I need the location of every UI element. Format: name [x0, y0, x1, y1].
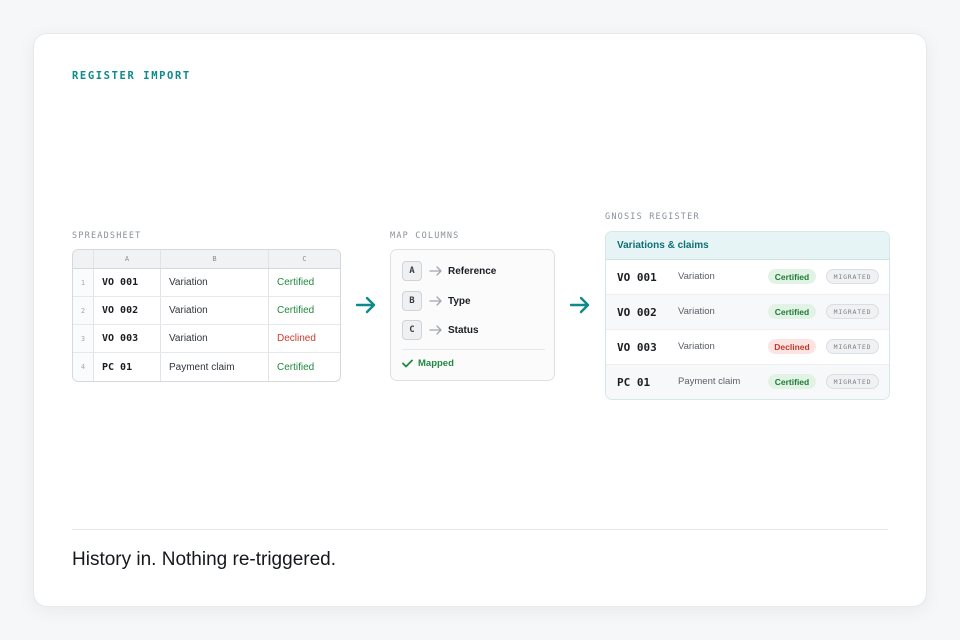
register-reference: VO 002 — [617, 306, 657, 319]
column-key: B — [402, 291, 422, 311]
register-type: Payment claim — [678, 376, 741, 387]
corner-cell — [73, 250, 94, 268]
gnosis-register: Variations & claims VO 001 Variation Cer… — [605, 231, 890, 400]
map-columns-label: MAP COLUMNS — [390, 231, 460, 241]
cell-type: Variation — [169, 305, 208, 316]
row-index: 2 — [73, 297, 94, 324]
cell-reference: VO 001 — [102, 277, 139, 288]
register-row[interactable]: VO 002 Variation Certified MIGRATED — [606, 295, 889, 330]
column-header-c[interactable]: C — [269, 250, 340, 268]
column-key: C — [402, 320, 422, 340]
import-card: REGISTER IMPORT SPREADSHEET A B C 1 VO 0… — [33, 33, 927, 607]
mapped-label: Mapped — [418, 358, 454, 369]
column-key: A — [402, 261, 422, 281]
arrow-right-icon — [429, 296, 442, 306]
register-row[interactable]: VO 003 Variation Declined MIGRATED — [606, 330, 889, 365]
row-index: 4 — [73, 353, 94, 381]
arrow-right-icon — [355, 296, 376, 314]
register-type: Variation — [678, 341, 715, 352]
column-header-a[interactable]: A — [94, 250, 161, 268]
cell-status: Certified — [277, 277, 315, 288]
row-index: 3 — [73, 325, 94, 352]
register-row[interactable]: PC 01 Payment claim Certified MIGRATED — [606, 365, 889, 399]
cell-reference: VO 003 — [102, 333, 139, 344]
spreadsheet-row[interactable]: 4 PC 01 Payment claim Certified — [73, 353, 340, 381]
cell-reference: PC 01 — [102, 361, 133, 373]
cell-type: Payment claim — [169, 361, 235, 373]
tagline: History in. Nothing re-triggered. — [72, 549, 336, 570]
divider — [402, 349, 545, 350]
spreadsheet-row[interactable]: 2 VO 002 Variation Certified — [73, 297, 340, 325]
status-badge: Certified — [768, 374, 816, 389]
spreadsheet-row[interactable]: 1 VO 001 Variation Certified — [73, 269, 340, 297]
register-reference: VO 001 — [617, 271, 657, 284]
mapped-field: Type — [448, 295, 471, 307]
mapped-status: Mapped — [402, 358, 454, 369]
migrated-badge: MIGRATED — [826, 304, 879, 319]
mapped-field: Status — [448, 324, 479, 336]
spreadsheet-row[interactable]: 3 VO 003 Variation Declined — [73, 325, 340, 353]
register-title: Variations & claims — [606, 232, 889, 260]
register-reference: PC 01 — [617, 376, 651, 389]
migrated-badge: MIGRATED — [826, 374, 879, 389]
row-index: 1 — [73, 269, 94, 296]
cell-type: Variation — [169, 333, 208, 344]
cell-status: Certified — [277, 305, 315, 316]
arrow-right-icon — [569, 296, 590, 314]
cell-reference: VO 002 — [102, 305, 139, 316]
status-badge: Certified — [768, 304, 816, 319]
cell-status: Declined — [277, 333, 316, 344]
cell-type: Variation — [169, 277, 208, 288]
column-mapping[interactable]: B Type — [402, 291, 471, 311]
register-row[interactable]: VO 001 Variation Certified MIGRATED — [606, 260, 889, 295]
status-badge: Certified — [768, 269, 816, 284]
mapped-field: Reference — [448, 265, 497, 277]
register-reference: VO 003 — [617, 341, 657, 354]
register-type: Variation — [678, 271, 715, 282]
migrated-badge: MIGRATED — [826, 339, 879, 354]
spreadsheet-header: A B C — [73, 250, 340, 269]
spreadsheet: A B C 1 VO 001 Variation Certified 2 VO … — [72, 249, 341, 382]
map-columns-panel: A Reference B Type C Status Mapped — [390, 249, 555, 381]
column-header-b[interactable]: B — [161, 250, 269, 268]
status-badge: Declined — [768, 339, 816, 354]
register-type: Variation — [678, 306, 715, 317]
migrated-badge: MIGRATED — [826, 269, 879, 284]
register-label: GNOSIS REGISTER — [605, 212, 700, 222]
column-mapping[interactable]: A Reference — [402, 261, 496, 281]
divider — [72, 529, 888, 530]
arrow-right-icon — [429, 325, 442, 335]
spreadsheet-label: SPREADSHEET — [72, 231, 142, 241]
check-icon — [402, 359, 413, 368]
arrow-right-icon — [429, 266, 442, 276]
column-mapping[interactable]: C Status — [402, 320, 479, 340]
cell-status: Certified — [277, 361, 315, 373]
page-eyebrow: REGISTER IMPORT — [72, 70, 191, 82]
